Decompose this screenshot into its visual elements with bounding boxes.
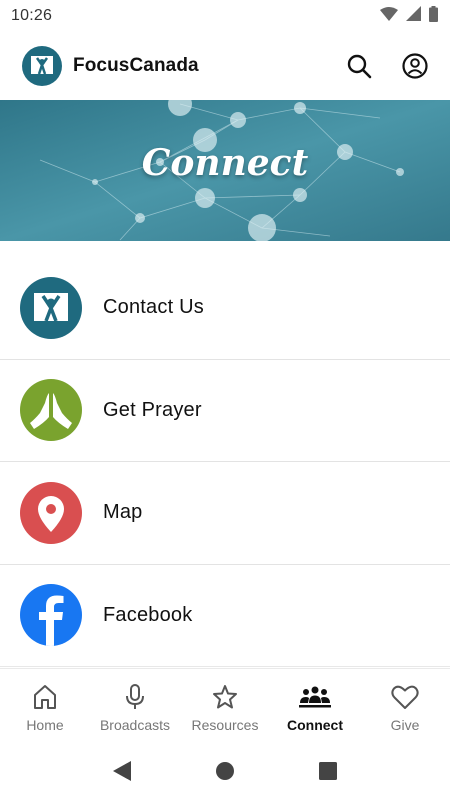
list-item-get-prayer[interactable]: Get Prayer [0,360,450,462]
nav-item-home[interactable]: Home [0,669,90,742]
list-item-contact-us[interactable]: Contact Us [0,257,450,360]
people-icon [299,683,331,711]
battery-icon [429,5,438,27]
back-icon[interactable] [102,751,142,791]
account-icon[interactable] [400,51,430,81]
nav-label: Give [390,717,420,733]
status-icons [380,5,438,27]
home-icon [33,683,57,711]
focus-logo-icon [22,46,62,86]
status-bar: 10:26 [0,0,450,32]
status-time: 10:26 [11,7,53,24]
nav-item-resources[interactable]: Resources [180,669,270,742]
star-icon [212,683,238,711]
map-pin-icon [20,481,82,544]
home-circle-icon[interactable] [205,751,245,791]
list-item-facebook[interactable]: Facebook [0,565,450,667]
connect-banner: Connect [0,100,450,241]
list-item-label: Map [103,501,143,524]
app-title: FocusCanada [73,55,199,76]
nav-item-broadcasts[interactable]: Broadcasts [90,669,180,742]
heart-icon [391,683,419,711]
nav-label: Resources [191,717,259,733]
bottom-nav: Home Broadcasts Resources Connect Give [0,668,450,742]
banner-title: Connect [141,142,309,184]
list-item-label: Contact Us [103,296,204,319]
signal-icon [406,6,421,26]
wifi-icon [380,6,398,26]
recents-icon[interactable] [308,751,348,791]
focus-logo-icon [20,276,82,339]
list-item-label: Facebook [103,603,193,626]
nav-label: Home [26,717,64,733]
nav-label: Connect [287,717,343,733]
list-item-label: Get Prayer [103,398,202,421]
connect-list: Contact Us Get Prayer Map Facebook [0,257,450,667]
system-nav [0,742,450,800]
praying-hands-icon [20,379,82,442]
app-bar: FocusCanada [0,32,450,100]
search-icon[interactable] [344,51,374,81]
nav-item-give[interactable]: Give [360,669,450,742]
nav-label: Broadcasts [99,717,171,733]
app-actions [344,51,430,81]
list-item-map[interactable]: Map [0,462,450,565]
nav-item-connect[interactable]: Connect [270,669,360,742]
facebook-icon [20,584,82,647]
microphone-icon [124,683,146,711]
